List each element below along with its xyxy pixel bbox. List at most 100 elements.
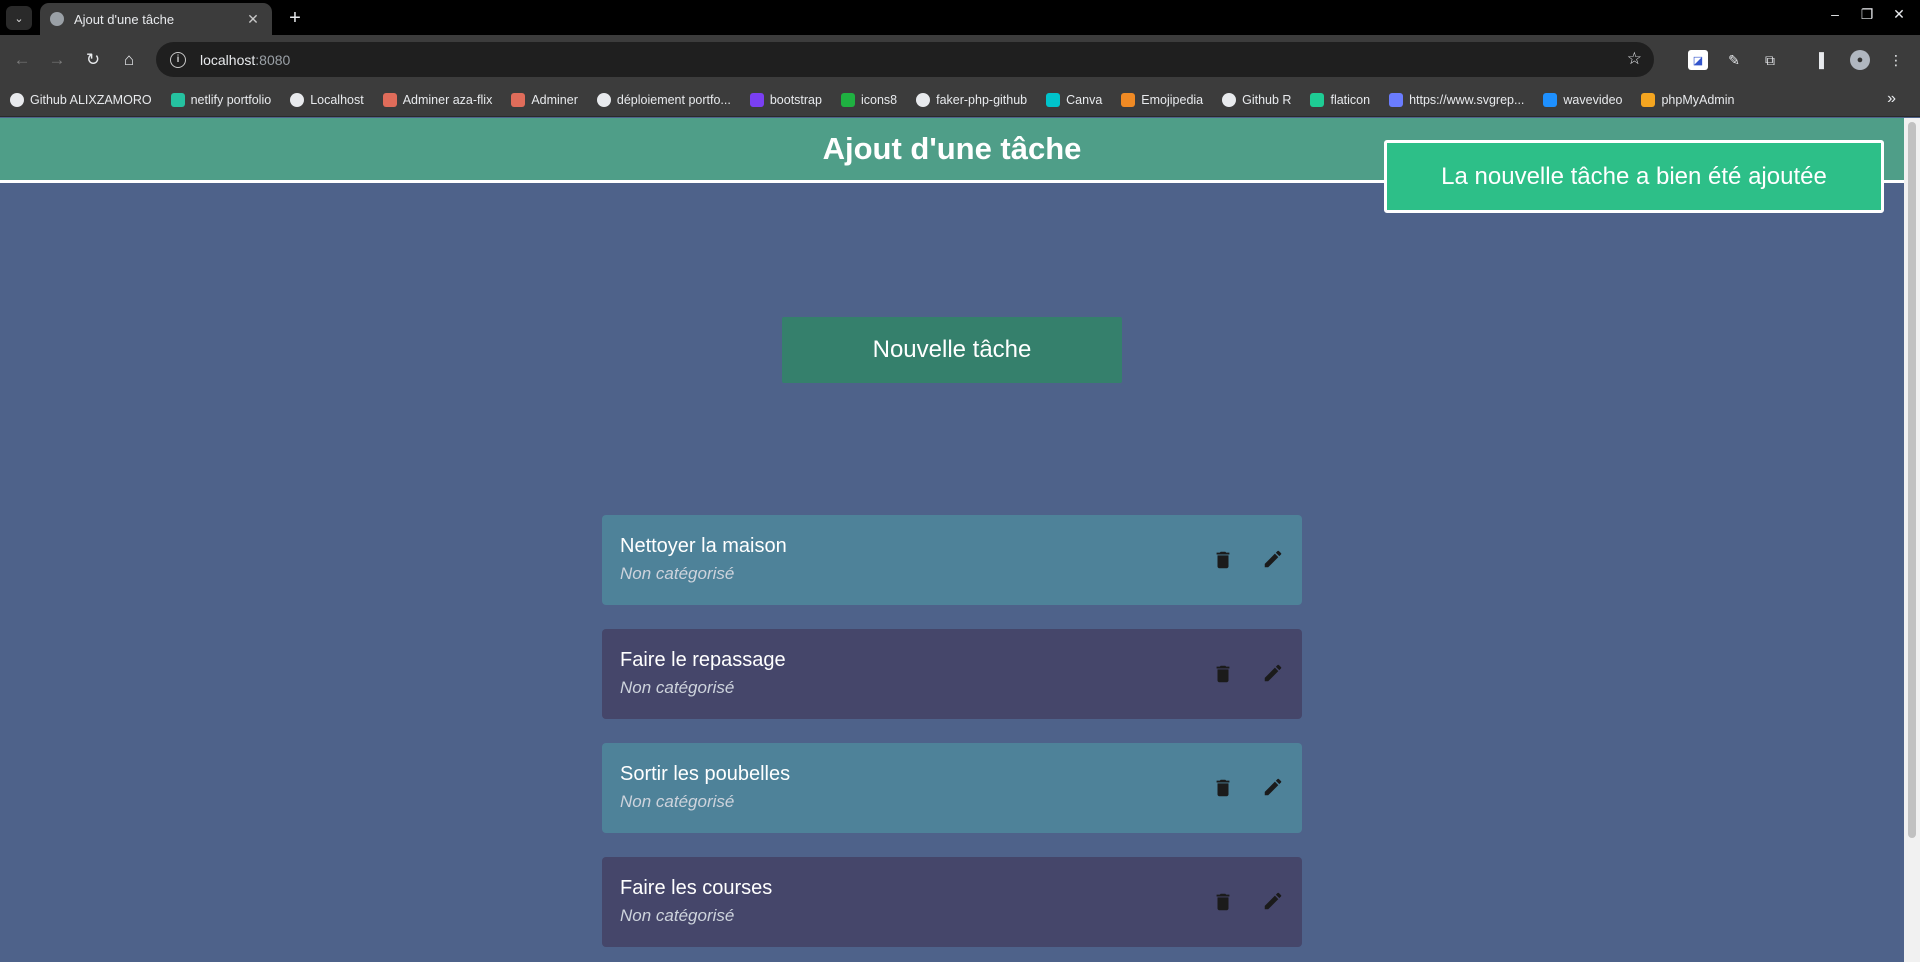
side-panel-icon[interactable]: ▌ bbox=[1814, 50, 1834, 70]
pencil-icon[interactable] bbox=[1262, 776, 1284, 798]
menu-kebab-icon[interactable]: ⋮ bbox=[1886, 50, 1906, 70]
bookmark-star-icon[interactable]: ☆ bbox=[1627, 49, 1642, 69]
minimize-icon[interactable]: – bbox=[1822, 6, 1848, 22]
task-name: Nettoyer la maison bbox=[620, 535, 787, 557]
netlify-icon bbox=[170, 93, 185, 107]
icons8-icon bbox=[840, 93, 855, 107]
new-task-button[interactable]: Nouvelle tâche bbox=[782, 317, 1122, 383]
bookmark-item[interactable]: Emojipedia bbox=[1121, 93, 1203, 107]
bookmark-label: https://www.svgrep... bbox=[1409, 93, 1525, 107]
github-icon bbox=[596, 93, 611, 107]
bookmark-item[interactable]: Github R bbox=[1222, 93, 1291, 107]
bookmark-item[interactable]: déploiement portfo... bbox=[596, 93, 731, 107]
pencil-icon[interactable] bbox=[1262, 548, 1284, 570]
bookmark-label: netlify portfolio bbox=[190, 93, 272, 107]
page-scrollbar[interactable] bbox=[1904, 118, 1920, 962]
bookmark-label: flaticon bbox=[1330, 93, 1371, 107]
profile-avatar[interactable]: ● bbox=[1850, 50, 1870, 70]
task-name: Faire le repassage bbox=[620, 649, 786, 671]
adminer-icon bbox=[382, 93, 397, 107]
bookmark-label: wavevideo bbox=[1563, 93, 1623, 107]
bookmark-label: phpMyAdmin bbox=[1661, 93, 1735, 107]
trash-icon[interactable] bbox=[1212, 777, 1234, 799]
task-category: Non catégorisé bbox=[620, 906, 735, 925]
extensions-puzzle-icon[interactable]: ⧉ bbox=[1760, 50, 1780, 70]
github-icon bbox=[10, 93, 24, 107]
bootstrap-icon bbox=[749, 93, 764, 107]
bookmark-label: Canva bbox=[1066, 93, 1103, 107]
url-port: :8080 bbox=[255, 51, 291, 68]
bookmark-label: déploiement portfo... bbox=[616, 93, 731, 107]
bookmark-item[interactable]: Canva bbox=[1046, 93, 1102, 107]
bookmark-item[interactable]: icons8 bbox=[840, 93, 898, 107]
new-tab-button[interactable]: + bbox=[282, 5, 308, 31]
task-card: Faire les courses Non catégorisé bbox=[602, 857, 1302, 947]
tab-title: Ajout d'une tâche bbox=[74, 11, 175, 27]
wavevideo-icon bbox=[1543, 93, 1558, 107]
bookmarks-bar: Github ALIXZAMORO netlify portfolio Localh… bbox=[0, 84, 1920, 117]
bookmark-item[interactable]: Localhost bbox=[290, 93, 364, 107]
task-list: Nettoyer la maison Non catégorisé Faire le… bbox=[602, 515, 1302, 962]
task-card: Faire le repassage Non catégorisé bbox=[602, 629, 1302, 719]
trash-icon[interactable] bbox=[1212, 891, 1234, 913]
bookmark-item[interactable]: phpMyAdmin bbox=[1641, 93, 1734, 107]
forward-icon[interactable]: → bbox=[43, 46, 71, 74]
bookmark-label: Github R bbox=[1242, 93, 1292, 107]
bookmark-label: Adminer bbox=[531, 93, 578, 107]
browser-tab-bar: ⌄ Ajout d'une tâche ✕ + – ❐ ✕ bbox=[0, 0, 1920, 35]
browser-toolbar: ← → ↻ ⌂ i localhost :8080 ☆ ◪ ✎ ⧉ ▌ ● ⋮ bbox=[0, 35, 1920, 84]
tab-search-button[interactable]: ⌄ bbox=[6, 6, 32, 30]
bookmark-label: icons8 bbox=[860, 93, 898, 107]
bookmark-item[interactable]: bootstrap bbox=[749, 93, 822, 107]
trash-icon[interactable] bbox=[1212, 663, 1234, 685]
close-window-icon[interactable]: ✕ bbox=[1886, 6, 1912, 23]
reload-icon[interactable]: ↻ bbox=[79, 46, 107, 74]
task-category: Non catégorisé bbox=[620, 678, 735, 697]
eyedropper-icon[interactable]: ✎ bbox=[1724, 50, 1744, 70]
bookmark-item[interactable]: flaticon bbox=[1310, 93, 1370, 107]
back-icon[interactable]: ← bbox=[8, 46, 36, 74]
flaticon-icon bbox=[1310, 93, 1325, 107]
bookmark-item[interactable]: Adminer aza-flix bbox=[382, 93, 493, 107]
close-tab-icon[interactable]: ✕ bbox=[244, 11, 262, 28]
browser-tab[interactable]: Ajout d'une tâche ✕ bbox=[40, 3, 272, 35]
home-icon[interactable]: ⌂ bbox=[115, 46, 143, 74]
bookmark-item[interactable]: Adminer bbox=[511, 93, 578, 107]
adminer-icon bbox=[511, 93, 526, 107]
pencil-icon[interactable] bbox=[1262, 662, 1284, 684]
svgrepo-icon bbox=[1389, 93, 1404, 107]
address-bar[interactable]: i localhost :8080 ☆ bbox=[156, 42, 1654, 77]
bookmark-label: faker-php-github bbox=[936, 93, 1028, 107]
task-name: Faire les courses bbox=[620, 877, 773, 899]
bookmark-label: Emojipedia bbox=[1141, 93, 1204, 107]
globe-icon bbox=[50, 12, 64, 26]
bookmark-item[interactable]: https://www.svgrep... bbox=[1389, 93, 1524, 107]
extension-icon[interactable]: ◪ bbox=[1688, 50, 1708, 70]
bookmark-label: Localhost bbox=[310, 93, 364, 107]
bookmarks-overflow-icon[interactable]: » bbox=[1887, 90, 1896, 108]
bookmark-item[interactable]: Github ALIXZAMORO bbox=[10, 93, 152, 107]
github-icon bbox=[1222, 93, 1237, 107]
bookmark-item[interactable]: netlify portfolio bbox=[170, 93, 272, 107]
scrollbar-thumb[interactable] bbox=[1908, 122, 1916, 838]
bookmark-item[interactable]: wavevideo bbox=[1543, 93, 1622, 107]
phpmyadmin-icon bbox=[1641, 93, 1656, 107]
restore-icon[interactable]: ❐ bbox=[1854, 6, 1880, 23]
task-card: Sortir les poubelles Non catégorisé bbox=[602, 743, 1302, 833]
bookmark-item[interactable]: faker-php-github bbox=[916, 93, 1027, 107]
task-category: Non catégorisé bbox=[620, 564, 735, 583]
page-title: Ajout d'une tâche bbox=[822, 131, 1082, 166]
trash-icon[interactable] bbox=[1212, 549, 1234, 571]
success-toast: La nouvelle tâche a bien été ajoutée bbox=[1384, 140, 1884, 213]
canva-icon bbox=[1046, 93, 1061, 107]
task-name: Sortir les poubelles bbox=[620, 763, 791, 785]
site-info-icon[interactable]: i bbox=[170, 51, 186, 68]
bookmark-label: Github ALIXZAMORO bbox=[30, 93, 152, 107]
bookmark-label: Adminer aza-flix bbox=[402, 93, 493, 107]
task-category: Non catégorisé bbox=[620, 792, 735, 811]
pencil-icon[interactable] bbox=[1262, 890, 1284, 912]
page-content: Ajout d'une tâche La nouvelle tâche a bi… bbox=[0, 118, 1904, 962]
globe-icon bbox=[290, 93, 305, 107]
emojipedia-icon bbox=[1121, 93, 1136, 107]
task-card: Nettoyer la maison Non catégorisé bbox=[602, 515, 1302, 605]
